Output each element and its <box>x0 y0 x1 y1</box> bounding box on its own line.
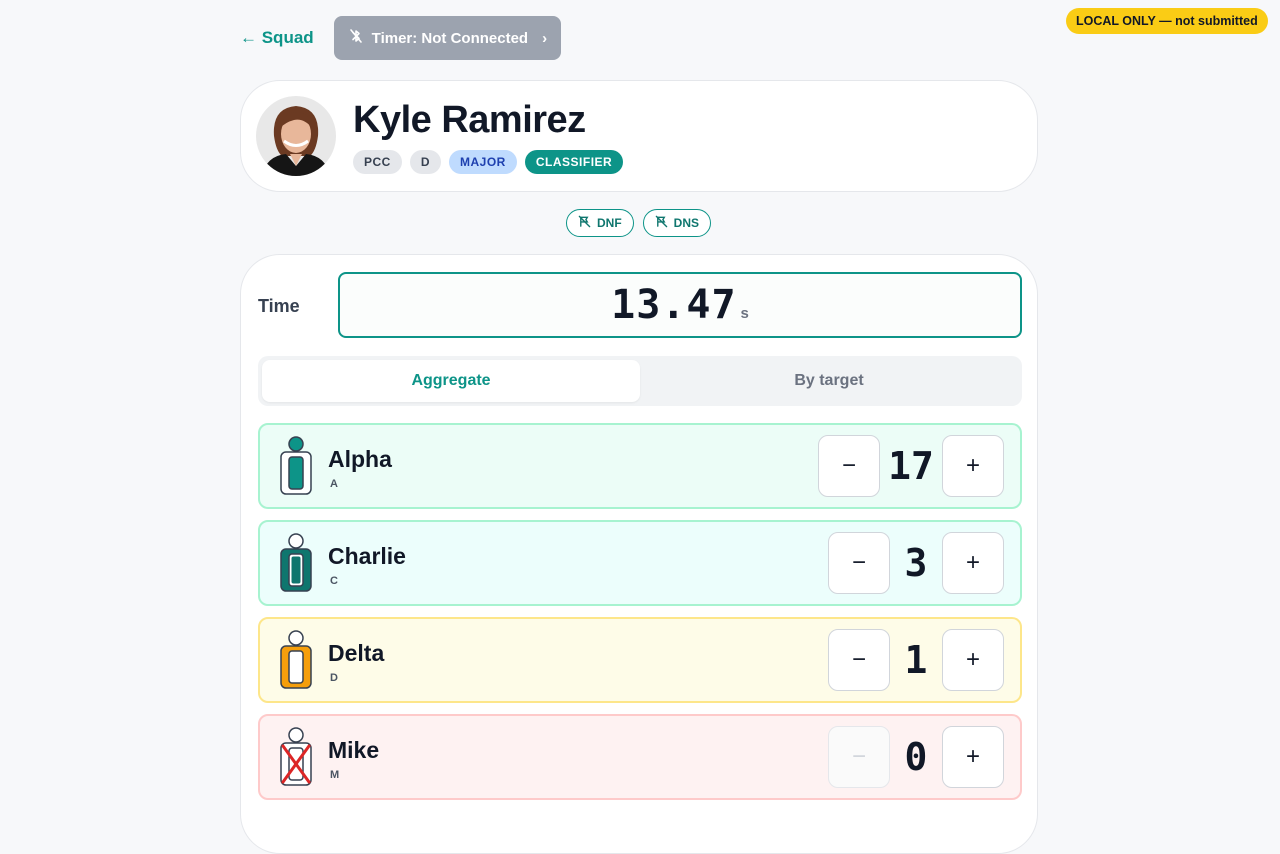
bluetooth-off-icon <box>348 28 364 48</box>
dnf-label: DNF <box>597 216 622 230</box>
class-tag: D <box>409 150 442 174</box>
flag-off-icon <box>578 215 591 231</box>
delta-decrement-button[interactable]: − <box>828 629 890 691</box>
timer-connect-button[interactable]: Timer: Not Connected › <box>333 16 562 60</box>
delta-count: 1 <box>904 638 928 682</box>
shooter-avatar <box>256 96 336 176</box>
division-tag: PCC <box>353 150 402 174</box>
time-value: 13.47 <box>611 282 737 328</box>
zone-row-alpha: Alpha A − 17 + <box>258 423 1022 509</box>
zone-name: Alpha <box>328 446 392 472</box>
scoring-mode-toggle: Aggregate By target <box>258 356 1022 406</box>
alpha-target-icon <box>280 436 312 495</box>
charlie-count: 3 <box>904 541 928 585</box>
zone-name: Mike <box>328 737 380 763</box>
zone-name: Charlie <box>328 543 406 569</box>
top-bar: ← Squad Timer: Not Connected › <box>240 16 562 60</box>
alpha-decrement-button[interactable]: − <box>818 435 880 497</box>
local-only-badge: LOCAL ONLY — not submitted <box>1066 8 1268 34</box>
alpha-stepper: − 17 + <box>818 435 1004 497</box>
tab-aggregate[interactable]: Aggregate <box>262 360 640 402</box>
zone-row-charlie: Charlie C − 3 + <box>258 520 1022 606</box>
mike-decrement-button[interactable]: − <box>828 726 890 788</box>
scoring-card: Time 13.47 s Aggregate By target Alpha A… <box>240 254 1038 854</box>
zone-code: C <box>330 575 338 587</box>
zone-row-mike: Mike M − 0 + <box>258 714 1022 800</box>
alpha-increment-button[interactable]: + <box>942 435 1004 497</box>
timer-status-label: Timer: Not Connected <box>371 29 529 47</box>
flag-off-icon <box>655 215 668 231</box>
dnf-button[interactable]: DNF <box>566 209 634 237</box>
zone-code: D <box>330 672 338 684</box>
time-label: Time <box>258 296 300 316</box>
dns-label: DNS <box>673 216 700 230</box>
mike-target-icon <box>280 727 312 786</box>
classifier-tag: CLASSIFIER <box>524 150 624 174</box>
zone-code: A <box>330 478 338 490</box>
power-factor-tag: MAJOR <box>449 150 517 174</box>
mike-count: 0 <box>904 735 928 779</box>
zone-row-delta: Delta D − 1 + <box>258 617 1022 703</box>
delta-target-icon <box>280 630 312 689</box>
shooter-card: Kyle Ramirez PCC D MAJOR CLASSIFIER <box>240 80 1038 192</box>
charlie-decrement-button[interactable]: − <box>828 532 890 594</box>
shooter-name: Kyle Ramirez <box>353 99 586 141</box>
dns-button[interactable]: DNS <box>642 209 712 237</box>
charlie-target-icon <box>280 533 312 592</box>
charlie-increment-button[interactable]: + <box>942 532 1004 594</box>
zone-code: M <box>330 769 340 781</box>
mike-stepper: − 0 + <box>828 726 1004 788</box>
charlie-stepper: − 3 + <box>828 532 1004 594</box>
delta-stepper: − 1 + <box>828 629 1004 691</box>
alpha-count: 17 <box>888 444 934 488</box>
time-input[interactable]: 13.47 s <box>338 272 1022 338</box>
zone-name: Delta <box>328 640 385 666</box>
stage-flags: DNF DNS <box>566 209 712 237</box>
shooter-tags: PCC D MAJOR CLASSIFIER <box>353 150 624 174</box>
time-unit: s <box>740 304 749 322</box>
back-to-squad-link[interactable]: ← Squad <box>240 28 314 48</box>
mike-increment-button[interactable]: + <box>942 726 1004 788</box>
chevron-right-icon: › <box>542 29 548 47</box>
delta-increment-button[interactable]: + <box>942 629 1004 691</box>
tab-by-target[interactable]: By target <box>640 360 1018 402</box>
